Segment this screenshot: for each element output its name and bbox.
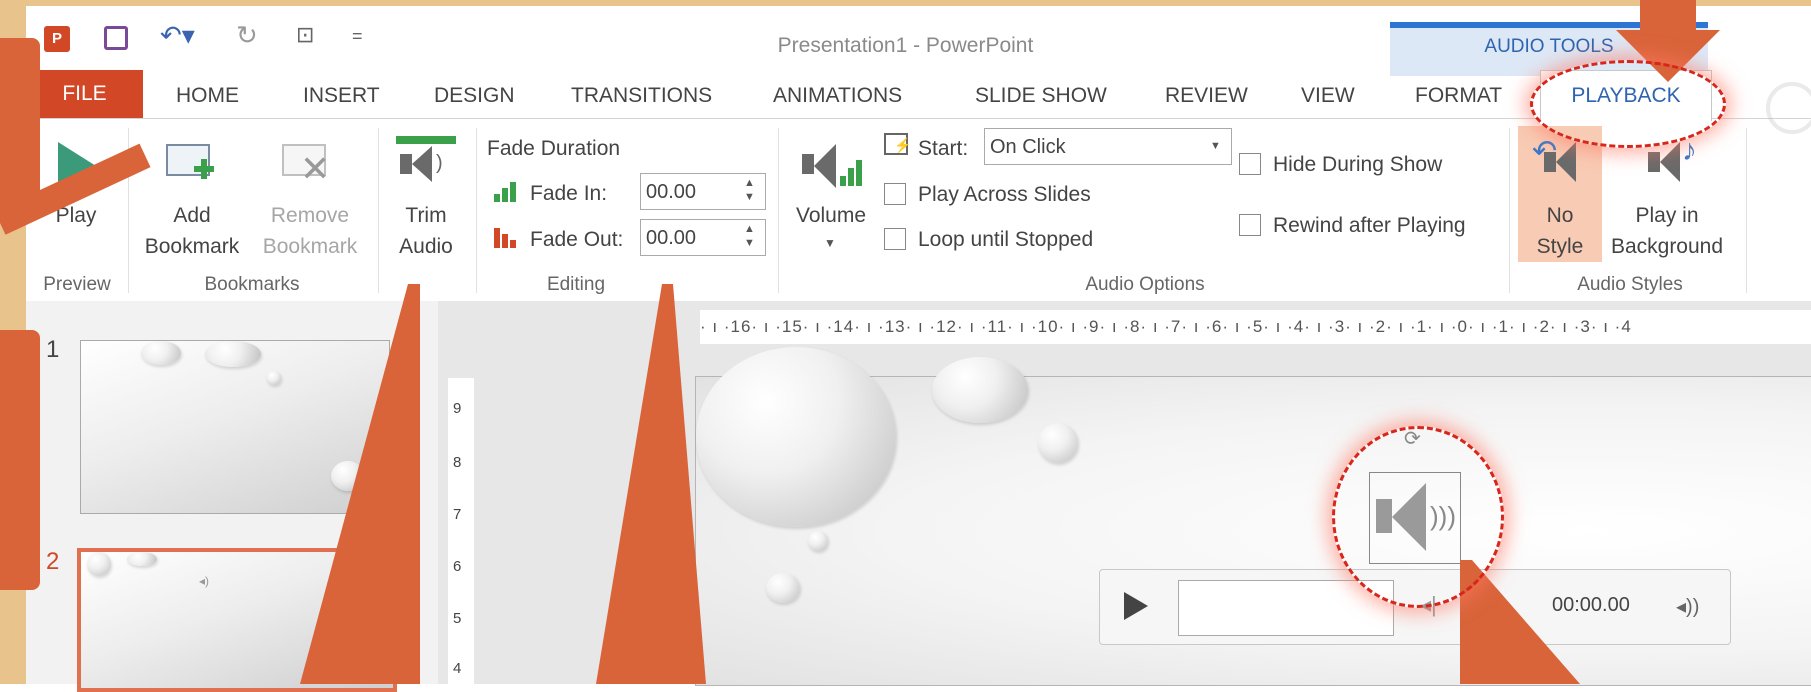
group-label-preview: Preview xyxy=(43,274,111,295)
water-drop xyxy=(808,531,828,551)
group-separator xyxy=(1509,128,1510,293)
tab-transitions[interactable]: TRANSITIONS xyxy=(571,84,712,108)
volume-icon xyxy=(800,140,862,196)
start-icon: ⚡ xyxy=(884,133,911,155)
slide-number-2: 2 xyxy=(46,548,60,575)
hide-during-show-checkbox[interactable] xyxy=(1239,153,1261,175)
water-drop xyxy=(1038,423,1078,463)
water-drop xyxy=(766,573,800,603)
tab-insert[interactable]: INSERT xyxy=(303,84,380,108)
volume-button[interactable]: Volume xyxy=(786,200,876,231)
group-label-audio-options: Audio Options xyxy=(1085,274,1205,295)
no-style-button[interactable]: No Style xyxy=(1518,200,1602,262)
group-label-bookmarks: Bookmarks xyxy=(204,274,300,295)
tab-animations[interactable]: ANIMATIONS xyxy=(773,84,902,108)
start-dropdown-icon[interactable]: ▼ xyxy=(1210,140,1221,152)
group-label-audio-styles: Audio Styles xyxy=(1577,274,1683,295)
tab-home[interactable]: HOME xyxy=(176,84,239,108)
fade-in-label: Fade In: xyxy=(530,182,608,205)
remove-x-icon: ✕ xyxy=(300,148,331,189)
play-across-slides-label: Play Across Slides xyxy=(918,183,1091,206)
thumbnail-audio-icon: ◂) xyxy=(199,574,210,588)
callout-arrow xyxy=(1640,0,1696,30)
player-progress-bar[interactable] xyxy=(1178,580,1394,636)
trim-audio-icon: ) xyxy=(396,136,456,188)
tab-slide-show[interactable]: SLIDE SHOW xyxy=(975,84,1107,108)
fade-out-spinner-icon[interactable]: ▲ ▼ xyxy=(744,222,755,250)
fade-duration-label: Fade Duration xyxy=(487,137,621,160)
trim-audio-button[interactable]: Trim Audio xyxy=(386,200,466,262)
water-drop xyxy=(696,347,896,527)
loop-until-stopped-label: Loop until Stopped xyxy=(918,228,1094,251)
tab-design[interactable]: DESIGN xyxy=(434,84,515,108)
start-label: Start: xyxy=(918,137,969,160)
vertical-ruler: 9 8 7 6 5 4 xyxy=(448,378,474,684)
collapse-ribbon-icon[interactable] xyxy=(1756,26,1811,134)
fade-out-label: Fade Out: xyxy=(530,228,624,251)
horizontal-ruler: · ı ·16· ı ·15· ı ·14· ı ·13· ı ·12· ı ·… xyxy=(700,310,1811,344)
highlight-circle xyxy=(1530,60,1726,148)
fade-in-icon xyxy=(494,182,518,202)
player-volume-icon[interactable]: ◂)) xyxy=(1676,594,1699,619)
group-separator xyxy=(378,128,379,293)
play-across-slides-checkbox[interactable] xyxy=(884,183,906,205)
add-bookmark-icon xyxy=(166,144,214,179)
callout-box xyxy=(0,38,40,218)
rewind-after-playing-checkbox[interactable] xyxy=(1239,214,1261,236)
volume-dropdown-icon[interactable]: ▼ xyxy=(824,236,836,250)
tab-format[interactable]: FORMAT xyxy=(1415,84,1502,108)
tab-file[interactable]: FILE xyxy=(26,70,143,118)
highlight-circle xyxy=(1332,426,1504,608)
rewind-after-playing-label: Rewind after Playing xyxy=(1273,214,1466,237)
player-play-icon[interactable] xyxy=(1124,592,1148,620)
group-label-editing: Editing xyxy=(546,274,606,295)
start-select[interactable]: On Click xyxy=(984,128,1232,165)
water-drop xyxy=(932,357,1028,423)
fade-in-spinner-icon[interactable]: ▲ ▼ xyxy=(744,176,755,204)
player-time: 00:00.00 xyxy=(1552,594,1630,616)
fade-out-icon xyxy=(494,228,518,248)
group-separator xyxy=(1746,128,1747,293)
loop-until-stopped-checkbox[interactable] xyxy=(884,228,906,250)
hide-during-show-label: Hide During Show xyxy=(1273,153,1443,176)
slide-thumbnail-1[interactable] xyxy=(80,340,390,514)
play-in-background-button[interactable]: Play in Background xyxy=(1600,200,1734,262)
slide-number-1: 1 xyxy=(46,336,60,363)
add-bookmark-button[interactable]: Add Bookmark xyxy=(136,200,248,262)
tab-view[interactable]: VIEW xyxy=(1301,84,1355,108)
tab-review[interactable]: REVIEW xyxy=(1165,84,1248,108)
group-separator xyxy=(476,128,477,293)
group-separator xyxy=(778,128,779,293)
callout-box xyxy=(0,330,40,590)
remove-bookmark-button[interactable]: Remove Bookmark xyxy=(254,200,366,262)
